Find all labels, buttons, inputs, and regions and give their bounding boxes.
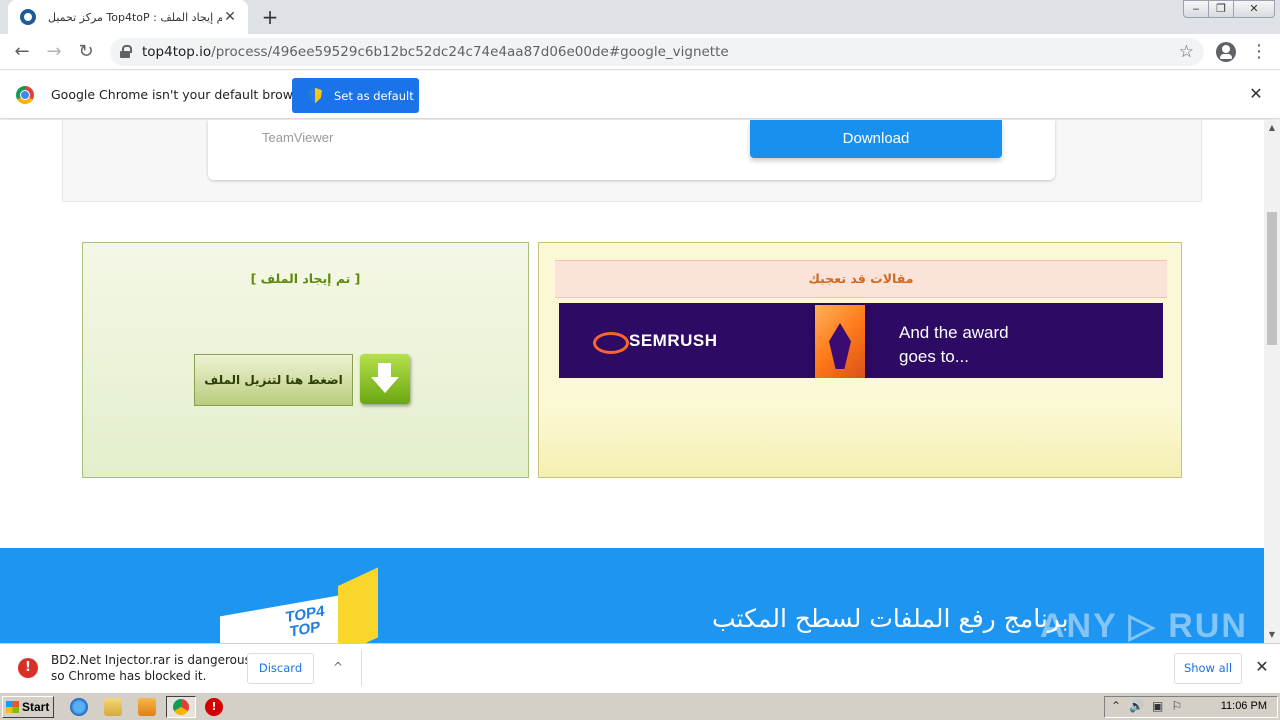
download-arrow-icon[interactable] <box>360 354 410 404</box>
semrush-brand: SEMRUSH <box>629 331 718 350</box>
internet-explorer-icon[interactable] <box>70 698 88 716</box>
file-found-box: [ تم إيجاد الملف ] اضغط هنا لتنزيل الملف <box>82 242 529 478</box>
browser-tab[interactable]: مركز تحميل Top4toP : تم إيجاد الملف ✕ <box>8 0 248 34</box>
tab-title: مركز تحميل Top4toP : تم إيجاد الملف <box>48 10 222 24</box>
scroll-down-icon[interactable]: ▼ <box>1264 627 1280 643</box>
shelf-close-icon[interactable]: ✕ <box>1254 658 1270 676</box>
blocked-message-line2: so Chrome has blocked it. <box>51 669 207 683</box>
award-trophy-icon <box>815 305 865 378</box>
scroll-thumb[interactable] <box>1267 212 1277 345</box>
start-label: Start <box>22 700 50 714</box>
download-button[interactable]: Download <box>750 120 1002 158</box>
page-content: TeamViewer Download [ تم إيجاد الملف ] ا… <box>0 120 1264 643</box>
window-maximize-button[interactable]: ❐ <box>1208 0 1234 18</box>
start-button[interactable]: Start <box>2 696 54 718</box>
semrush-logo-icon <box>593 330 629 354</box>
windows-flag-icon <box>6 701 19 713</box>
uac-shield-icon <box>308 87 322 104</box>
ad-tagline-line1: And the award <box>899 323 1009 342</box>
back-button[interactable]: ← <box>10 40 34 64</box>
system-tray: ⌃🔊▣⚐ 11:06 PM <box>1104 696 1278 718</box>
url-host: top4top.io <box>142 44 212 60</box>
semrush-ad-banner[interactable]: SEMRUSH And the award goes to... <box>559 303 1163 378</box>
tray-icons[interactable]: ⌃🔊▣⚐ <box>1111 699 1190 713</box>
file-explorer-icon[interactable] <box>104 698 122 716</box>
danger-icon: ! <box>18 658 38 678</box>
teamviewer-label: TeamViewer <box>262 130 334 145</box>
download-shelf: ! BD2.Net Injector.rar is dangerous, so … <box>0 643 1280 692</box>
discard-button[interactable]: Discard <box>247 653 314 684</box>
lock-icon[interactable] <box>120 45 132 59</box>
chrome-taskbar-icon[interactable] <box>166 696 196 718</box>
page-scrollbar[interactable]: ▲ ▼ <box>1264 120 1280 643</box>
stop-sign-icon[interactable]: ! <box>205 698 223 716</box>
browser-toolbar: ← → ↻ top4top.io/process/496ee59529c6b12… <box>0 34 1280 70</box>
forward-button[interactable]: → <box>42 40 66 64</box>
blocked-download-message: BD2.Net Injector.rar is dangerous, so Ch… <box>51 652 255 684</box>
media-player-icon[interactable] <box>138 698 156 716</box>
related-articles-title: مقالات قد تعجبك <box>555 260 1167 298</box>
set-as-default-label: Set as default <box>334 88 414 103</box>
download-file-button[interactable]: اضغط هنا لتنزيل الملف <box>194 354 353 406</box>
scroll-up-icon[interactable]: ▲ <box>1264 120 1280 136</box>
desktop-app-promo-band: TOP4 TOP برنامج رفع الملفات لسطح المكتب … <box>0 548 1264 643</box>
window-minimize-button[interactable]: ‒ <box>1183 0 1209 18</box>
show-all-button[interactable]: Show all <box>1174 653 1242 684</box>
clock: 11:06 PM <box>1220 700 1267 712</box>
address-bar[interactable]: top4top.io/process/496ee59529c6b12bc52dc… <box>110 38 1204 66</box>
chevron-up-icon[interactable]: ^ <box>330 658 346 676</box>
default-browser-infobar: Google Chrome isn't your default browser… <box>0 71 1280 119</box>
product-box-side <box>338 567 378 643</box>
url-path: /process/496ee59529c6b12bc52dc24c74e4aa8… <box>211 44 729 60</box>
tab-strip: مركز تحميل Top4toP : تم إيجاد الملف ✕ + … <box>0 0 1280 34</box>
site-favicon-icon <box>20 9 36 25</box>
profile-avatar-icon[interactable] <box>1216 42 1236 62</box>
tab-close-icon[interactable]: ✕ <box>222 9 238 25</box>
chrome-logo-icon <box>16 86 34 104</box>
bookmark-star-icon[interactable]: ☆ <box>1179 42 1194 62</box>
shelf-divider <box>361 650 362 686</box>
anyrun-watermark: ANY ▷ RUN <box>1040 607 1248 643</box>
reload-button[interactable]: ↻ <box>74 40 98 64</box>
browser-menu-icon[interactable]: ⋮ <box>1250 40 1268 64</box>
product-box-icon: TOP4 TOP <box>220 567 378 643</box>
set-as-default-button[interactable]: Set as default <box>292 78 419 113</box>
window-close-button[interactable]: ✕ <box>1233 0 1275 18</box>
promo-title: برنامج رفع الملفات لسطح المكتب <box>712 604 1069 633</box>
ad-tagline-line2: goes to... <box>899 347 969 366</box>
related-articles-box: مقالات قد تعجبك SEMRUSH And the award go… <box>538 242 1182 478</box>
blocked-message-line1: BD2.Net Injector.rar is dangerous, <box>51 653 255 667</box>
new-tab-button[interactable]: + <box>258 6 282 28</box>
infobar-message: Google Chrome isn't your default browser <box>51 87 313 102</box>
infobar-close-icon[interactable]: ✕ <box>1248 85 1264 103</box>
ad-tagline: And the award goes to... <box>899 321 1099 369</box>
file-found-title: [ تم إيجاد الملف ] <box>250 271 361 286</box>
windows-taskbar: Start ! ⌃🔊▣⚐ 11:06 PM <box>0 692 1280 720</box>
